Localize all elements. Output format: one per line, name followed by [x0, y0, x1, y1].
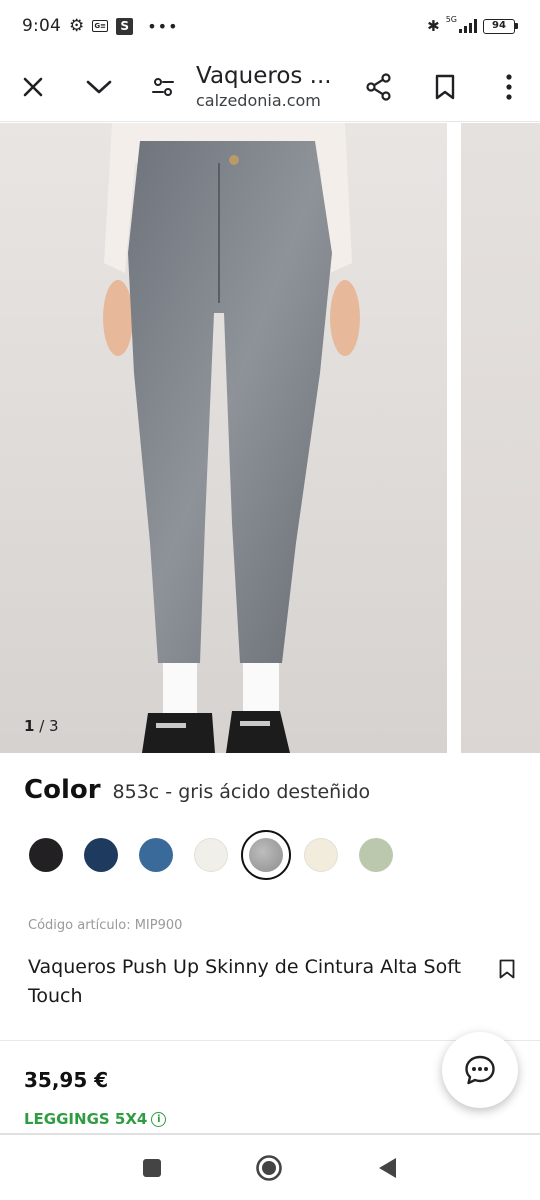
product-sku: Código artículo: MIP900 — [28, 918, 183, 933]
share-icon — [366, 72, 391, 101]
more-vert-icon — [506, 73, 512, 100]
color-selector-header: Color 853c - gris ácido desteñido — [24, 775, 370, 805]
color-swatch[interactable] — [194, 838, 228, 872]
image-counter-separator: / — [34, 717, 50, 735]
jeans-photo-illustration — [103, 123, 360, 753]
product-image-next[interactable] — [461, 123, 540, 753]
bookmark-button[interactable] — [412, 52, 478, 122]
more-options-button[interactable] — [478, 52, 540, 122]
color-swatches — [29, 830, 414, 880]
browser-toolbar: Vaqueros ... calzedonia.com — [0, 52, 540, 122]
page-url: calzedonia.com — [196, 90, 321, 110]
image-counter-total: 3 — [49, 717, 59, 735]
product-name: Vaqueros Push Up Skinny de Cintura Alta … — [28, 956, 462, 1007]
network-type: 5G — [445, 15, 457, 24]
image-counter-current: 1 — [24, 717, 35, 735]
page-title-area[interactable]: Vaqueros ... calzedonia.com — [196, 62, 346, 112]
color-swatch[interactable] — [84, 838, 118, 872]
page-title: Vaqueros ... — [196, 62, 332, 89]
tune-icon — [152, 77, 174, 96]
back-button[interactable] — [372, 1153, 402, 1183]
info-icon[interactable]: i — [151, 1111, 167, 1127]
promo-text: LEGGINGS 5X4 — [24, 1110, 148, 1128]
color-swatch[interactable] — [304, 838, 338, 872]
close-icon — [23, 77, 43, 96]
site-settings-button[interactable] — [132, 52, 194, 122]
promo-label[interactable]: LEGGINGS 5X4 i — [24, 1110, 167, 1128]
color-label: Color — [24, 775, 101, 805]
color-value: 853c - gris ácido desteñido — [112, 781, 371, 803]
selected-swatch-ring — [241, 830, 291, 880]
color-swatch[interactable] — [241, 830, 291, 880]
product-image-main[interactable] — [0, 123, 447, 753]
bluetooth-icon: ✱ — [427, 17, 440, 35]
status-time: 9:04 — [22, 16, 61, 36]
color-swatch[interactable] — [139, 838, 173, 872]
status-bar: 9:04 ⚙ G≡ S ••• ✱ 5G 94 — [0, 0, 540, 52]
product-price: 35,95 € — [24, 1068, 109, 1092]
home-button[interactable] — [254, 1153, 284, 1183]
color-swatch[interactable] — [359, 838, 393, 872]
back-icon — [379, 1158, 396, 1178]
battery-icon: 94 — [483, 18, 518, 34]
chevron-down-icon — [86, 80, 112, 93]
system-navigation-bar — [0, 1135, 540, 1200]
share-button[interactable] — [346, 52, 412, 122]
settings-gear-icon: ⚙ — [68, 16, 85, 36]
bookmark-icon — [435, 74, 455, 99]
s-app-icon: S — [116, 17, 134, 35]
bookmark-icon — [499, 959, 515, 979]
product-image-carousel[interactable]: 1 / 3 — [0, 123, 540, 753]
battery-level: 94 — [483, 18, 515, 34]
chat-button[interactable] — [442, 1032, 518, 1108]
minimize-button[interactable] — [66, 52, 132, 122]
signal-icon — [459, 19, 477, 33]
chat-bubble-icon — [465, 1055, 495, 1085]
home-icon — [256, 1155, 282, 1181]
recents-button[interactable] — [137, 1153, 167, 1183]
close-button[interactable] — [0, 52, 66, 122]
recents-icon — [143, 1159, 161, 1177]
color-swatch[interactable] — [29, 838, 63, 872]
image-counter: 1 / 3 — [24, 717, 59, 735]
message-app-icon: G≡ — [92, 20, 109, 32]
more-notifications-icon: ••• — [147, 16, 179, 36]
wishlist-button[interactable] — [494, 956, 520, 982]
